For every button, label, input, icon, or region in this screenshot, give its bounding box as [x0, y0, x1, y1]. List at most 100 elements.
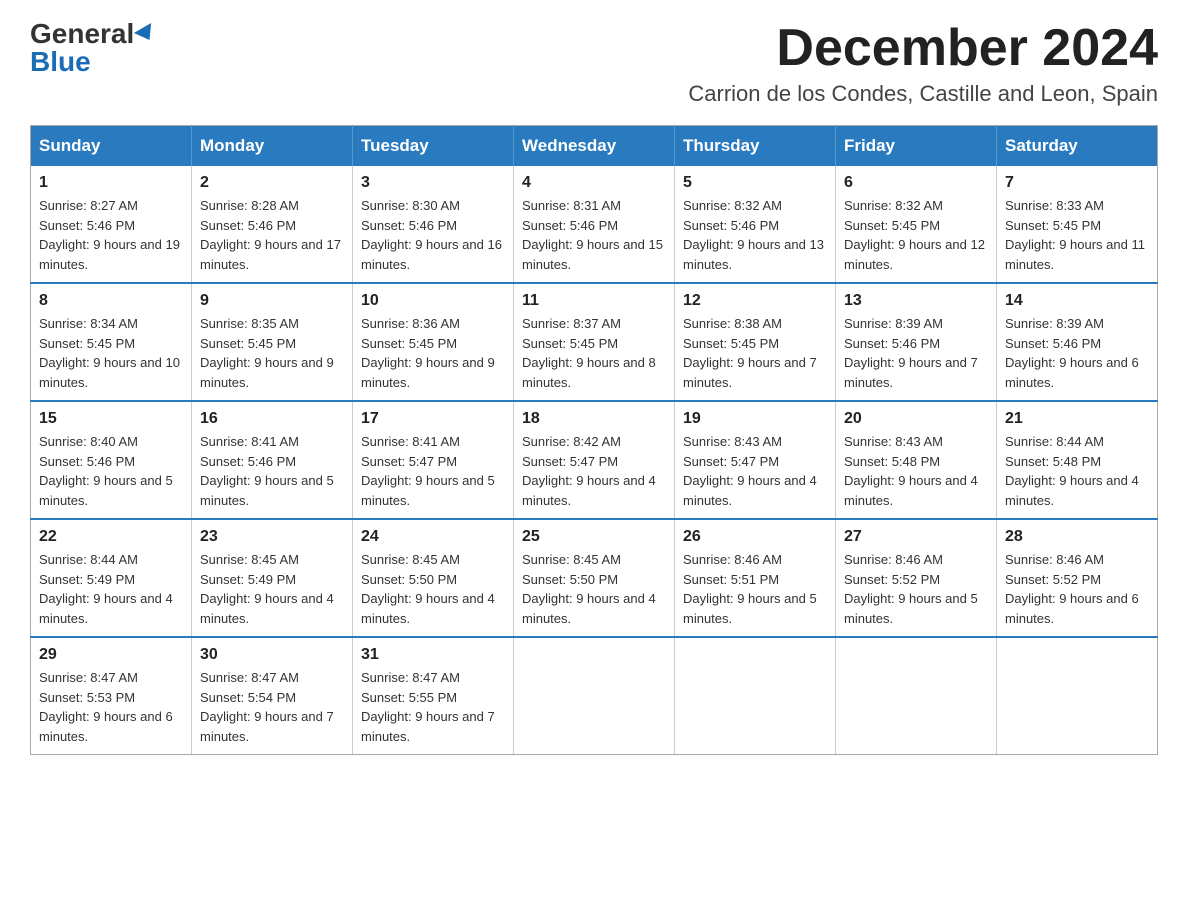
calendar-cell	[675, 637, 836, 755]
day-info: Sunrise: 8:43 AMSunset: 5:48 PMDaylight:…	[844, 434, 978, 508]
day-number: 23	[200, 528, 344, 546]
calendar-cell: 3 Sunrise: 8:30 AMSunset: 5:46 PMDayligh…	[353, 166, 514, 283]
day-number: 4	[522, 174, 666, 192]
day-info: Sunrise: 8:44 AMSunset: 5:49 PMDaylight:…	[39, 552, 173, 626]
location-title: Carrion de los Condes, Castille and Leon…	[688, 81, 1158, 107]
calendar-cell: 29 Sunrise: 8:47 AMSunset: 5:53 PMDaylig…	[31, 637, 192, 755]
day-info: Sunrise: 8:33 AMSunset: 5:45 PMDaylight:…	[1005, 198, 1145, 272]
day-info: Sunrise: 8:40 AMSunset: 5:46 PMDaylight:…	[39, 434, 173, 508]
logo-general-text: General	[30, 20, 134, 48]
day-number: 29	[39, 646, 183, 664]
calendar-cell: 23 Sunrise: 8:45 AMSunset: 5:49 PMDaylig…	[192, 519, 353, 637]
calendar-cell: 1 Sunrise: 8:27 AMSunset: 5:46 PMDayligh…	[31, 166, 192, 283]
day-number: 28	[1005, 528, 1149, 546]
calendar-cell: 30 Sunrise: 8:47 AMSunset: 5:54 PMDaylig…	[192, 637, 353, 755]
day-info: Sunrise: 8:36 AMSunset: 5:45 PMDaylight:…	[361, 316, 495, 390]
day-info: Sunrise: 8:45 AMSunset: 5:49 PMDaylight:…	[200, 552, 334, 626]
day-number: 6	[844, 174, 988, 192]
day-info: Sunrise: 8:35 AMSunset: 5:45 PMDaylight:…	[200, 316, 334, 390]
calendar-header-wednesday: Wednesday	[514, 126, 675, 167]
calendar-cell	[997, 637, 1158, 755]
calendar-cell: 11 Sunrise: 8:37 AMSunset: 5:45 PMDaylig…	[514, 283, 675, 401]
calendar-cell: 17 Sunrise: 8:41 AMSunset: 5:47 PMDaylig…	[353, 401, 514, 519]
calendar-cell: 31 Sunrise: 8:47 AMSunset: 5:55 PMDaylig…	[353, 637, 514, 755]
calendar-week-row: 22 Sunrise: 8:44 AMSunset: 5:49 PMDaylig…	[31, 519, 1158, 637]
day-number: 19	[683, 410, 827, 428]
day-info: Sunrise: 8:38 AMSunset: 5:45 PMDaylight:…	[683, 316, 817, 390]
calendar-header-saturday: Saturday	[997, 126, 1158, 167]
calendar-week-row: 1 Sunrise: 8:27 AMSunset: 5:46 PMDayligh…	[31, 166, 1158, 283]
day-info: Sunrise: 8:47 AMSunset: 5:53 PMDaylight:…	[39, 670, 173, 744]
calendar-cell: 13 Sunrise: 8:39 AMSunset: 5:46 PMDaylig…	[836, 283, 997, 401]
logo: General Blue	[30, 20, 156, 76]
day-info: Sunrise: 8:42 AMSunset: 5:47 PMDaylight:…	[522, 434, 656, 508]
day-info: Sunrise: 8:46 AMSunset: 5:51 PMDaylight:…	[683, 552, 817, 626]
calendar-header-friday: Friday	[836, 126, 997, 167]
day-number: 27	[844, 528, 988, 546]
day-number: 2	[200, 174, 344, 192]
calendar-cell	[836, 637, 997, 755]
calendar-cell: 20 Sunrise: 8:43 AMSunset: 5:48 PMDaylig…	[836, 401, 997, 519]
day-info: Sunrise: 8:46 AMSunset: 5:52 PMDaylight:…	[844, 552, 978, 626]
day-number: 22	[39, 528, 183, 546]
day-info: Sunrise: 8:41 AMSunset: 5:46 PMDaylight:…	[200, 434, 334, 508]
calendar-cell: 9 Sunrise: 8:35 AMSunset: 5:45 PMDayligh…	[192, 283, 353, 401]
day-number: 1	[39, 174, 183, 192]
day-info: Sunrise: 8:47 AMSunset: 5:54 PMDaylight:…	[200, 670, 334, 744]
calendar-cell: 26 Sunrise: 8:46 AMSunset: 5:51 PMDaylig…	[675, 519, 836, 637]
calendar-cell: 28 Sunrise: 8:46 AMSunset: 5:52 PMDaylig…	[997, 519, 1158, 637]
calendar-table: SundayMondayTuesdayWednesdayThursdayFrid…	[30, 125, 1158, 755]
calendar-header-monday: Monday	[192, 126, 353, 167]
calendar-header-thursday: Thursday	[675, 126, 836, 167]
day-number: 25	[522, 528, 666, 546]
day-info: Sunrise: 8:30 AMSunset: 5:46 PMDaylight:…	[361, 198, 502, 272]
calendar-cell: 12 Sunrise: 8:38 AMSunset: 5:45 PMDaylig…	[675, 283, 836, 401]
day-number: 7	[1005, 174, 1149, 192]
logo-triangle-icon	[134, 23, 158, 45]
day-number: 30	[200, 646, 344, 664]
day-info: Sunrise: 8:45 AMSunset: 5:50 PMDaylight:…	[522, 552, 656, 626]
calendar-cell: 14 Sunrise: 8:39 AMSunset: 5:46 PMDaylig…	[997, 283, 1158, 401]
calendar-week-row: 15 Sunrise: 8:40 AMSunset: 5:46 PMDaylig…	[31, 401, 1158, 519]
calendar-week-row: 29 Sunrise: 8:47 AMSunset: 5:53 PMDaylig…	[31, 637, 1158, 755]
logo-blue-text: Blue	[30, 48, 91, 76]
calendar-cell: 22 Sunrise: 8:44 AMSunset: 5:49 PMDaylig…	[31, 519, 192, 637]
day-number: 20	[844, 410, 988, 428]
day-number: 10	[361, 292, 505, 310]
calendar-cell: 7 Sunrise: 8:33 AMSunset: 5:45 PMDayligh…	[997, 166, 1158, 283]
calendar-cell: 2 Sunrise: 8:28 AMSunset: 5:46 PMDayligh…	[192, 166, 353, 283]
day-number: 26	[683, 528, 827, 546]
calendar-cell: 5 Sunrise: 8:32 AMSunset: 5:46 PMDayligh…	[675, 166, 836, 283]
day-info: Sunrise: 8:32 AMSunset: 5:46 PMDaylight:…	[683, 198, 824, 272]
day-info: Sunrise: 8:46 AMSunset: 5:52 PMDaylight:…	[1005, 552, 1139, 626]
calendar-cell	[514, 637, 675, 755]
day-info: Sunrise: 8:41 AMSunset: 5:47 PMDaylight:…	[361, 434, 495, 508]
day-number: 18	[522, 410, 666, 428]
calendar-cell: 21 Sunrise: 8:44 AMSunset: 5:48 PMDaylig…	[997, 401, 1158, 519]
calendar-cell: 19 Sunrise: 8:43 AMSunset: 5:47 PMDaylig…	[675, 401, 836, 519]
day-number: 11	[522, 292, 666, 310]
day-number: 24	[361, 528, 505, 546]
calendar-header-sunday: Sunday	[31, 126, 192, 167]
day-info: Sunrise: 8:43 AMSunset: 5:47 PMDaylight:…	[683, 434, 817, 508]
day-number: 21	[1005, 410, 1149, 428]
day-info: Sunrise: 8:31 AMSunset: 5:46 PMDaylight:…	[522, 198, 663, 272]
day-info: Sunrise: 8:32 AMSunset: 5:45 PMDaylight:…	[844, 198, 985, 272]
day-number: 5	[683, 174, 827, 192]
calendar-cell: 16 Sunrise: 8:41 AMSunset: 5:46 PMDaylig…	[192, 401, 353, 519]
day-number: 14	[1005, 292, 1149, 310]
calendar-header-tuesday: Tuesday	[353, 126, 514, 167]
calendar-cell: 27 Sunrise: 8:46 AMSunset: 5:52 PMDaylig…	[836, 519, 997, 637]
calendar-cell: 24 Sunrise: 8:45 AMSunset: 5:50 PMDaylig…	[353, 519, 514, 637]
day-info: Sunrise: 8:44 AMSunset: 5:48 PMDaylight:…	[1005, 434, 1139, 508]
day-info: Sunrise: 8:45 AMSunset: 5:50 PMDaylight:…	[361, 552, 495, 626]
day-info: Sunrise: 8:39 AMSunset: 5:46 PMDaylight:…	[1005, 316, 1139, 390]
day-number: 16	[200, 410, 344, 428]
calendar-header-row: SundayMondayTuesdayWednesdayThursdayFrid…	[31, 126, 1158, 167]
calendar-cell: 10 Sunrise: 8:36 AMSunset: 5:45 PMDaylig…	[353, 283, 514, 401]
day-number: 9	[200, 292, 344, 310]
day-number: 15	[39, 410, 183, 428]
calendar-cell: 18 Sunrise: 8:42 AMSunset: 5:47 PMDaylig…	[514, 401, 675, 519]
day-info: Sunrise: 8:34 AMSunset: 5:45 PMDaylight:…	[39, 316, 180, 390]
day-info: Sunrise: 8:28 AMSunset: 5:46 PMDaylight:…	[200, 198, 341, 272]
